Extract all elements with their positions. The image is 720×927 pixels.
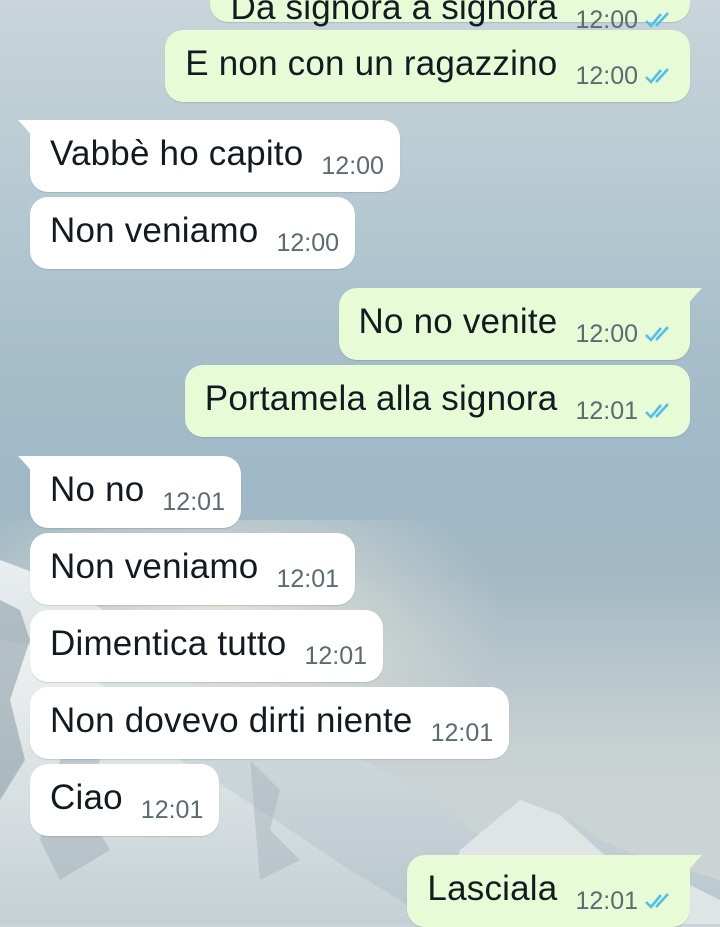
message-time: 12:00 [321,152,384,180]
message-meta: 12:01 [575,887,674,915]
message-time: 12:01 [575,397,638,425]
message-text: No no venite [358,302,558,341]
message-text: Lasciala [427,869,558,908]
message-text: Dimentica tutto [50,624,287,663]
message-bubble-incoming[interactable]: Non veniamo 12:01 [30,533,355,605]
message-bubble-incoming[interactable]: Vabbè ho capito 12:00 [18,120,400,192]
double-check-icon [645,326,669,342]
message-text: Portamela alla signora [204,379,558,418]
message-time: 12:01 [140,796,204,824]
message-time: 12:00 [276,229,339,257]
message-time: 12:01 [162,488,225,516]
message-text: No no [50,470,145,509]
message-meta: 12:01 [304,642,367,670]
message-text: Non dovevo dirti niente [50,701,413,740]
message-bubble-incoming[interactable]: Dimentica tutto 12:01 [30,610,383,682]
message-time: 12:00 [575,62,638,90]
bubble-tail [688,855,702,871]
message-bubble-incoming[interactable]: No no 12:01 [18,456,241,528]
message-time: 12:01 [430,719,494,747]
message-meta: 12:01 [575,397,674,425]
message-meta: 12:01 [162,488,225,516]
message-text: Non veniamo [50,211,259,250]
message-time: 12:01 [575,887,638,915]
bubble-tail [18,120,32,136]
message-time: 12:01 [304,642,367,670]
message-text: Vabbè ho capito [50,134,304,173]
message-text: Ciao [50,778,123,817]
double-check-icon [645,12,669,28]
message-bubble-outgoing[interactable]: No no venite 12:00 [338,288,702,360]
message-meta: 12:01 [141,796,204,824]
double-check-icon [645,893,669,909]
message-bubble-outgoing[interactable]: E non con un ragazzino 12:00 [165,30,690,102]
message-time: 12:01 [276,565,339,593]
message-text: Da signora a signora [230,0,558,27]
message-text: Non veniamo [50,547,259,586]
message-meta: 12:00 [276,229,339,257]
double-check-icon [645,403,669,419]
message-meta: 12:00 [575,62,674,90]
message-text: E non con un ragazzino [185,44,558,83]
message-bubble-incoming[interactable]: Non dovevo dirti niente 12:01 [30,687,510,759]
bubble-tail [18,456,32,472]
message-meta: 12:01 [276,565,339,593]
double-check-icon [645,68,669,84]
message-meta: 12:01 [431,719,494,747]
message-meta: 12:00 [575,320,674,348]
message-bubble-incoming[interactable]: Ciao 12:01 [30,764,220,836]
message-bubble-outgoing[interactable]: Lasciala 12:01 [407,855,702,927]
message-list[interactable]: Da signora a signora 12:00 E non con un … [0,0,720,927]
bubble-tail [688,288,702,304]
message-bubble-incoming[interactable]: Non veniamo 12:00 [30,197,355,269]
message-time: 12:00 [575,320,638,348]
message-bubble-outgoing[interactable]: Portamela alla signora 12:01 [184,365,690,437]
message-bubble-outgoing[interactable]: Da signora a signora 12:00 [210,0,690,34]
message-meta: 12:00 [321,152,384,180]
